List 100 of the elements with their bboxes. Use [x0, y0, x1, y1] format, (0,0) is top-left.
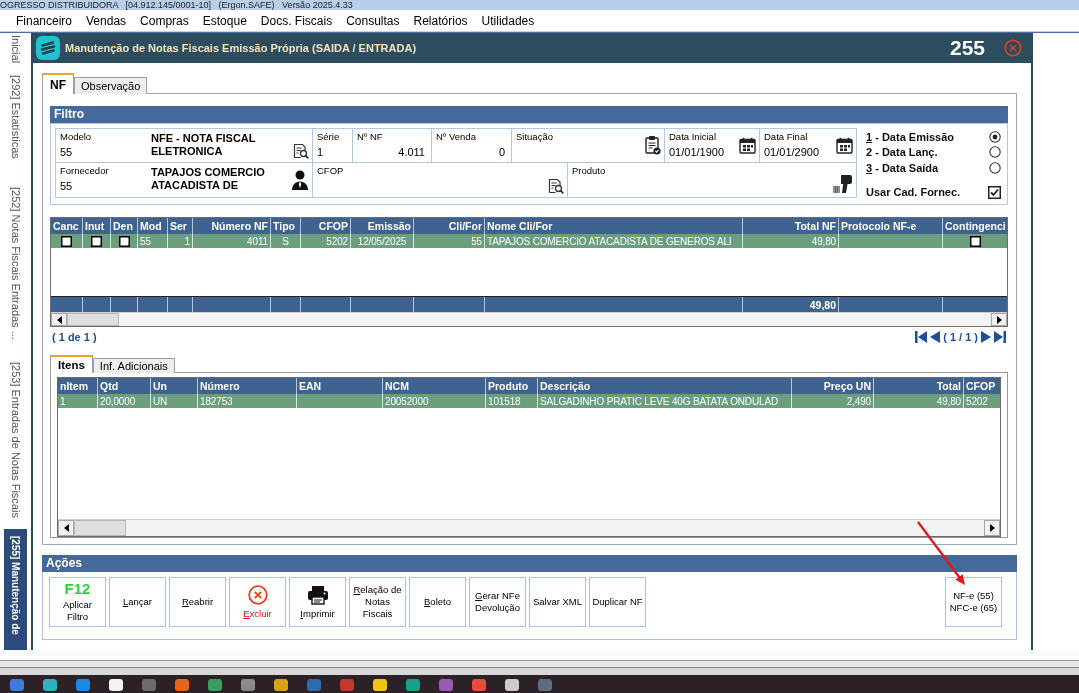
scroll-right-button[interactable]: [991, 313, 1007, 326]
column-header[interactable]: Contingenci: [943, 218, 1007, 234]
input-field[interactable]: Modelo 55 NFE - NOTA FISCAL ELETRONICA: [55, 128, 313, 163]
radio-button[interactable]: [989, 161, 1001, 174]
menu-item[interactable]: Financeiro: [9, 11, 80, 30]
taskbar-app-icon[interactable]: [208, 679, 222, 691]
table-cell: 1: [58, 394, 98, 408]
input-field[interactable]: Data Final 01/01/2900: [759, 128, 857, 163]
printer-icon: [306, 584, 329, 605]
record-count: ( 1 de 1 ): [52, 330, 97, 343]
barcode-scanner-icon[interactable]: [833, 174, 853, 194]
search-document-icon[interactable]: [548, 178, 564, 194]
search-document-icon[interactable]: [293, 143, 309, 159]
hotkey-label: F12: [64, 581, 91, 597]
checkbox[interactable]: [988, 185, 1001, 199]
first-page-icon[interactable]: [915, 330, 928, 343]
taskbar-app-icon[interactable]: [175, 679, 189, 691]
sidebar-tab[interactable]: [252] Notas Fiscais Entradas ...: [8, 187, 23, 340]
model-button[interactable]: NF-e (55) NFC-e (65): [945, 577, 1002, 627]
taskbar-app-icon[interactable]: [373, 679, 387, 691]
menu-item[interactable]: Consultas: [339, 11, 407, 30]
sidebar-tab[interactable]: [292] Estatísticas: [8, 75, 23, 159]
checkbox-label[interactable]: Usar Cad. Fornec.: [866, 186, 961, 199]
menu-item[interactable]: Relatórios: [406, 11, 475, 30]
checkbox[interactable]: [61, 235, 72, 247]
last-page-icon[interactable]: [994, 330, 1006, 343]
taskbar-app-icon[interactable]: [10, 679, 24, 691]
left-triangle-icon: [56, 315, 62, 324]
taskbar-app-icon[interactable]: [472, 679, 486, 691]
action-button[interactable]: Imprimir: [289, 577, 346, 627]
radio-button[interactable]: [989, 130, 1001, 143]
action-button[interactable]: Lançar: [109, 577, 166, 627]
scroll-left-button[interactable]: [58, 520, 74, 536]
next-page-icon[interactable]: [981, 330, 991, 343]
tab[interactable]: NF: [42, 73, 74, 94]
field-label: Nº Venda: [436, 131, 477, 142]
menu-item[interactable]: Docs. Fiscais: [253, 11, 340, 30]
table-cell: S: [271, 234, 301, 248]
menu-item[interactable]: Vendas: [79, 11, 134, 30]
horizontal-scrollbar[interactable]: [51, 312, 1007, 326]
taskbar-app-icon[interactable]: [241, 679, 255, 691]
horizontal-scrollbar[interactable]: [58, 519, 1000, 536]
calendar-icon[interactable]: [739, 136, 756, 154]
field-value: 4.011: [397, 145, 425, 159]
menu-item[interactable]: Estoque: [195, 11, 254, 30]
page-indicator: ( 1 / 1 ): [943, 330, 978, 343]
menu-item[interactable]: Compras: [133, 11, 196, 30]
action-button[interactable]: Relação de Notas Fiscais: [349, 577, 406, 627]
checkbox[interactable]: [969, 235, 981, 247]
scroll-right-button[interactable]: [984, 520, 1000, 536]
taskbar-app-icon[interactable]: [505, 679, 519, 691]
table-cell: 182753: [198, 394, 297, 408]
table-cell: UN: [151, 394, 198, 408]
right-triangle-icon: [996, 315, 1002, 324]
menu-item[interactable]: Utilidades: [474, 11, 542, 30]
section-header: Ações: [42, 555, 1017, 572]
action-button[interactable]: Boleto: [409, 577, 466, 627]
action-button[interactable]: Salvar XML: [529, 577, 586, 627]
table-cell: 1: [168, 234, 193, 248]
scrollbar-thumb[interactable]: [74, 520, 126, 536]
sidebar-tab[interactable]: [255] Manutenção de: [4, 529, 27, 650]
previous-page-icon[interactable]: [930, 330, 941, 343]
clipboard-check-icon[interactable]: [645, 135, 661, 155]
input-field[interactable]: Fornecedor 55 TAPAJOS COMERCIO ATACADISTA DE: [55, 162, 313, 198]
tab[interactable]: Inf. Adicionais: [92, 358, 175, 373]
tab[interactable]: Itens: [50, 355, 93, 373]
taskbar-app-icon[interactable]: [274, 679, 288, 691]
taskbar-app-icon[interactable]: [76, 679, 90, 691]
radio-label[interactable]: 1 - Data Emissão: [866, 130, 955, 143]
person-icon[interactable]: [291, 169, 309, 190]
action-button[interactable]: Gerar NFe Devolução: [469, 577, 526, 627]
radio-button[interactable]: [989, 146, 1001, 159]
radio-label[interactable]: 2 - Data Lanç.: [866, 146, 938, 159]
action-button[interactable]: F12 Aplicar Filtro: [49, 577, 106, 627]
table-cell: 101518: [486, 394, 538, 408]
sidebar-tab[interactable]: Inicial: [8, 35, 23, 64]
action-button[interactable]: Excluir: [229, 577, 286, 627]
taskbar-app-icon[interactable]: [109, 679, 123, 691]
checkbox[interactable]: [91, 235, 102, 247]
checkbox[interactable]: [118, 235, 130, 247]
calendar-icon[interactable]: [836, 136, 853, 154]
logo-icon: [36, 36, 60, 60]
left-triangle-icon: [63, 524, 69, 532]
field-label: Situação: [516, 131, 553, 142]
tab[interactable]: Observação: [74, 77, 148, 94]
input-field[interactable]: Produto: [567, 162, 857, 198]
action-button[interactable]: Duplicar NF: [589, 577, 646, 627]
radio-label[interactable]: 3 - Data Saída: [866, 161, 939, 174]
field-label: Data Inicial: [669, 131, 716, 142]
sidebar-tab[interactable]: [253] Entradas de Notas Fiscais: [8, 362, 23, 518]
table-cell: 2,490: [792, 394, 874, 408]
action-button[interactable]: Reabrir: [169, 577, 226, 627]
scroll-left-button[interactable]: [51, 313, 67, 326]
table-cell: 20052000: [383, 394, 486, 408]
field-label: Série: [317, 131, 340, 142]
field-value: 55: [60, 145, 73, 159]
taskbar-app-icon[interactable]: [43, 679, 57, 691]
column-header[interactable]: CFOP: [964, 378, 1000, 394]
scrollbar-thumb[interactable]: [67, 313, 119, 326]
taskbar-app-icon[interactable]: [406, 679, 420, 691]
